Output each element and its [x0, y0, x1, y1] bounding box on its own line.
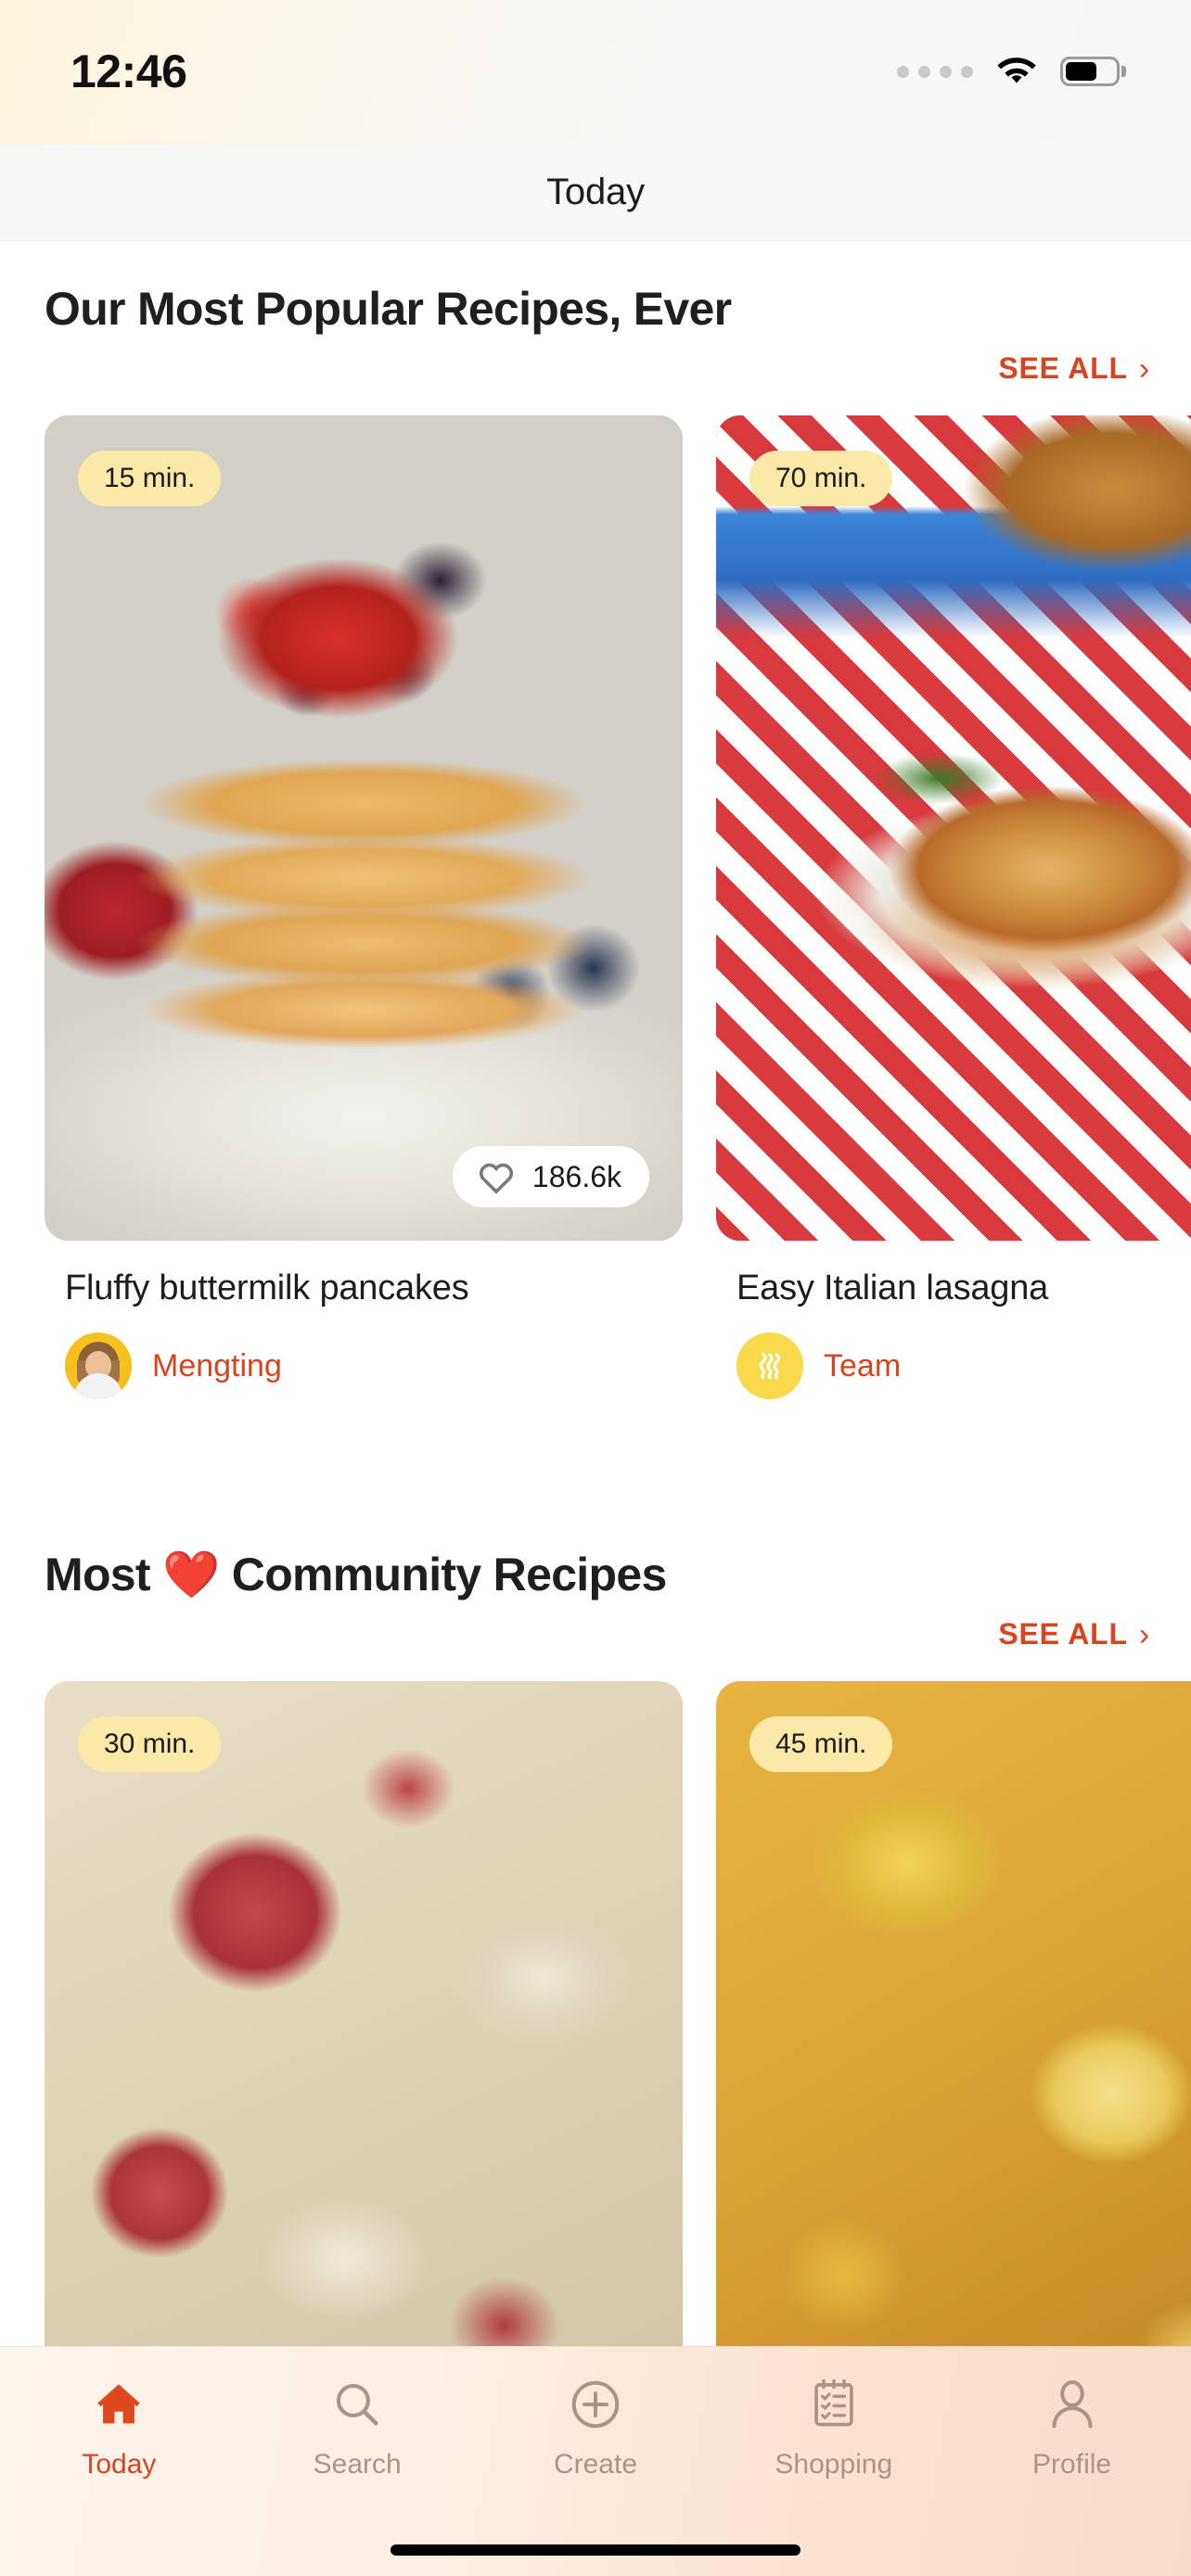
recipe-thumbnail[interactable]: 30 min.	[45, 1681, 683, 2346]
recipe-author[interactable]: Mengting	[45, 1308, 683, 1399]
recipe-card[interactable]: 45 min.	[716, 1681, 1191, 2346]
recipe-thumbnail[interactable]: 15 min. 186.6k	[45, 415, 683, 1241]
baked-macaroni-photo	[716, 1681, 1191, 2346]
clipboard-list-icon	[809, 2373, 859, 2436]
home-indicator	[391, 2544, 800, 2556]
home-icon	[90, 2373, 147, 2436]
tab-label: Create	[553, 2449, 637, 2480]
signal-dots-icon	[897, 65, 973, 78]
section-heading: Most ❤️ Community Recipes	[45, 1549, 667, 1600]
creamy-pasta-salad-photo	[45, 1681, 683, 2346]
plus-circle-icon	[568, 2373, 623, 2436]
pancakes-with-berries-photo	[45, 415, 683, 1241]
tab-shopping[interactable]: Shopping	[715, 2373, 953, 2480]
recipe-carousel-popular[interactable]: 15 min. 186.6k Fluffy buttermilk pancake…	[0, 386, 1191, 1399]
tab-today[interactable]: Today	[0, 2373, 237, 2480]
avatar	[736, 1333, 803, 1399]
tab-label: Profile	[1032, 2449, 1112, 2480]
section-community-recipes: Most ❤️ Community Recipes SEE ALL › 30 m…	[0, 1507, 1191, 2346]
heart-outline-icon	[479, 1163, 513, 1194]
recipe-thumbnail[interactable]: 70 min.	[716, 415, 1191, 1241]
see-all-label: SEE ALL	[998, 351, 1128, 385]
cook-time-badge: 45 min.	[749, 1716, 893, 1772]
recipe-title: Fluffy buttermilk pancakes	[65, 1269, 469, 1307]
like-count-button[interactable]: 186.6k	[452, 1146, 649, 1207]
avatar	[65, 1333, 132, 1399]
section-popular-recipes: Our Most Popular Recipes, Ever SEE ALL ›…	[0, 241, 1191, 1399]
cook-time-badge: 70 min.	[749, 451, 893, 506]
section-heading: Our Most Popular Recipes, Ever	[45, 283, 732, 335]
person-icon	[1046, 2373, 1098, 2436]
cook-time-badge: 30 min.	[78, 1716, 222, 1772]
see-all-community-button[interactable]: SEE ALL ›	[998, 1617, 1150, 1651]
tab-label: Today	[82, 2449, 157, 2480]
status-indicators	[897, 48, 1126, 87]
tab-create[interactable]: Create	[477, 2373, 714, 2480]
recipe-title: Easy Italian lasagna	[736, 1269, 1049, 1307]
author-name: Team	[824, 1347, 902, 1384]
cook-time-badge: 15 min.	[78, 451, 222, 506]
tab-profile[interactable]: Profile	[954, 2373, 1191, 2480]
search-icon	[330, 2373, 384, 2436]
bottom-tab-bar: Today Search Create Shopping Profile	[0, 2346, 1191, 2576]
tab-label: Shopping	[775, 2449, 893, 2480]
see-all-popular-button[interactable]: SEE ALL ›	[998, 351, 1150, 386]
status-bar: 12:46	[0, 0, 1191, 145]
chevron-right-icon: ›	[1138, 351, 1150, 387]
author-name: Mengting	[152, 1347, 282, 1384]
recipe-thumbnail[interactable]: 45 min.	[716, 1681, 1191, 2346]
see-all-label: SEE ALL	[998, 1617, 1128, 1651]
steam-icon	[759, 1352, 781, 1380]
chevron-right-icon: ›	[1138, 1616, 1150, 1652]
recipe-card[interactable]: 30 min.	[45, 1681, 683, 2346]
status-time: 12:46	[70, 45, 187, 97]
recipe-card[interactable]: 15 min. 186.6k Fluffy buttermilk pancake…	[45, 415, 683, 1399]
recipe-author[interactable]: Team	[716, 1308, 1191, 1399]
italian-lasagna-photo	[716, 415, 1191, 1241]
navigation-bar: Today	[0, 145, 1191, 241]
tab-label: Search	[313, 2449, 402, 2480]
page-title: Today	[546, 172, 645, 212]
battery-icon	[1060, 57, 1126, 86]
wifi-icon	[997, 57, 1036, 83]
recipe-carousel-community[interactable]: 30 min. 45 min.	[0, 1651, 1191, 2346]
tab-search[interactable]: Search	[238, 2373, 476, 2480]
recipe-card[interactable]: 70 min. Easy Italian lasagna Team	[716, 415, 1191, 1399]
scroll-content[interactable]: Our Most Popular Recipes, Ever SEE ALL ›…	[0, 241, 1191, 2346]
like-count: 186.6k	[531, 1159, 621, 1193]
